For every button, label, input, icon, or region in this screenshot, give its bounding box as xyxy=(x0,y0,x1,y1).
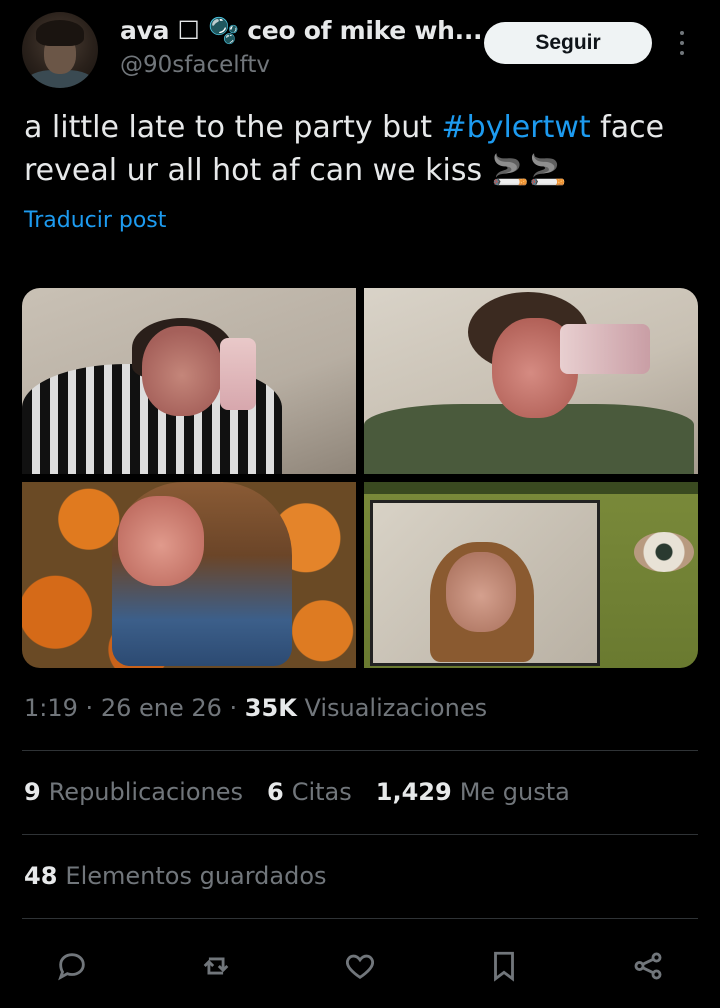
more-options-icon[interactable] xyxy=(670,28,694,58)
photo-3-face xyxy=(118,496,204,586)
likes-stat[interactable]: 1,429 Me gusta xyxy=(376,778,570,806)
quotes-label: Citas xyxy=(291,778,352,806)
divider xyxy=(22,918,698,919)
author-handle[interactable]: @90sfacelftv xyxy=(120,52,270,78)
bookmarks-count: 48 xyxy=(24,862,58,890)
post-date[interactable]: 26 ene 26 xyxy=(101,694,222,722)
media-grid xyxy=(22,288,698,668)
photo-4-menubar xyxy=(364,482,698,494)
post-stats: 9 Republicaciones 6 Citas 1,429 Me gusta xyxy=(24,778,570,806)
hashtag-link[interactable]: #bylertwt xyxy=(442,110,591,145)
views-count: 35K xyxy=(244,694,297,722)
photo-1-face xyxy=(142,326,222,416)
photo-4-face xyxy=(446,552,516,632)
meta-separator: · xyxy=(85,694,101,722)
post-header: ava ☐ 🫧 ceo of mike wh... @90sfacelftv S… xyxy=(0,0,720,100)
post-time[interactable]: 1:19 xyxy=(24,694,78,722)
bookmark-icon xyxy=(494,951,514,982)
share-icon xyxy=(634,952,662,980)
divider xyxy=(22,750,698,751)
reposts-stat[interactable]: 9 Republicaciones xyxy=(24,778,243,806)
translate-post-link[interactable]: Traducir post xyxy=(24,208,166,233)
likes-label: Me gusta xyxy=(459,778,570,806)
reposts-label: Republicaciones xyxy=(48,778,244,806)
photo-4-eye xyxy=(634,532,694,572)
likes-count: 1,429 xyxy=(375,778,452,806)
photo-2[interactable] xyxy=(364,288,698,474)
bookmarks-stat[interactable]: 48 Elementos guardados xyxy=(24,862,327,890)
post-text-before: a little late to the party but xyxy=(24,110,442,145)
author-display-name[interactable]: ava ☐ 🫧 ceo of mike wh... xyxy=(120,16,483,46)
repost-button[interactable] xyxy=(196,946,236,986)
divider xyxy=(22,834,698,835)
quotes-count: 6 xyxy=(267,778,284,806)
photo-2-phone xyxy=(560,324,650,374)
bookmarks-label: Elementos guardados xyxy=(65,862,327,890)
bookmark-button[interactable] xyxy=(484,946,524,986)
photo-1-phone xyxy=(220,338,256,410)
repost-icon xyxy=(203,957,229,975)
photo-4[interactable] xyxy=(364,482,698,668)
follow-button[interactable]: Seguir xyxy=(484,22,652,64)
heart-icon xyxy=(346,954,374,980)
photo-3[interactable] xyxy=(22,482,356,668)
reply-button[interactable] xyxy=(52,946,92,986)
meta-separator: · xyxy=(229,694,245,722)
like-button[interactable] xyxy=(340,946,380,986)
avatar-hair xyxy=(36,20,84,46)
post-text: a little late to the party but #bylertwt… xyxy=(24,106,696,192)
quotes-stat[interactable]: 6 Citas xyxy=(267,778,352,806)
post-meta: 1:19 · 26 ene 26 · 35K Visualizaciones xyxy=(24,694,487,722)
action-bar xyxy=(0,940,720,990)
reply-icon xyxy=(58,953,85,981)
avatar[interactable] xyxy=(22,12,98,88)
reposts-count: 9 xyxy=(24,778,41,806)
views-label: Visualizaciones xyxy=(304,694,488,722)
photo-1[interactable] xyxy=(22,288,356,474)
share-button[interactable] xyxy=(628,946,668,986)
